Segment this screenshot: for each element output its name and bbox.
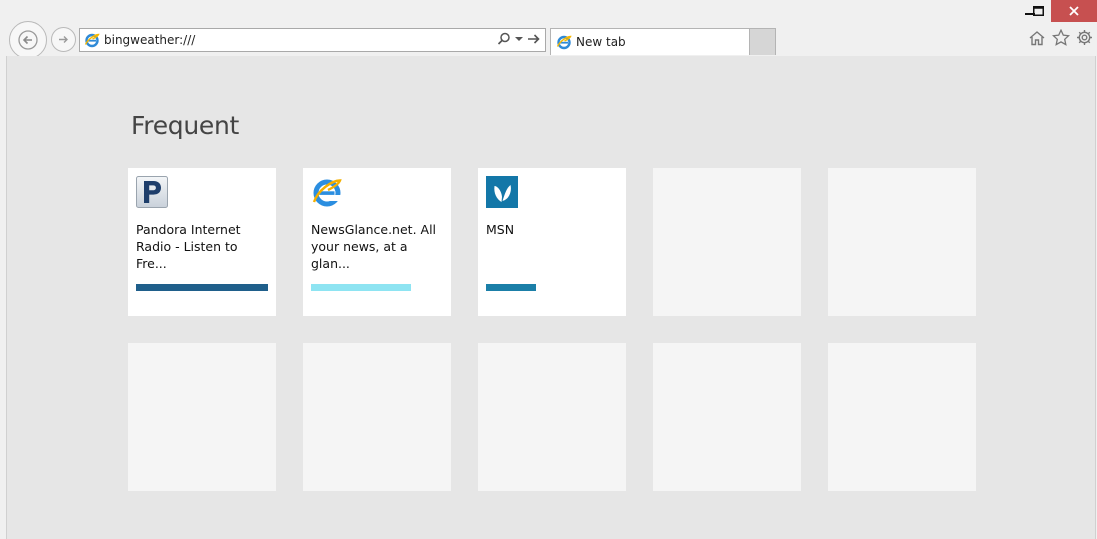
gear-icon[interactable]	[1076, 29, 1093, 46]
tile-title: MSN	[486, 222, 515, 237]
browser-chrome: New tab ×	[0, 0, 1097, 59]
address-bar[interactable]	[79, 28, 546, 52]
go-arrow-icon[interactable]	[527, 33, 541, 45]
search-icon[interactable]	[497, 32, 511, 46]
msn-butterfly-icon	[486, 176, 518, 208]
frequent-tile-msn[interactable]: MSN	[478, 168, 626, 316]
tile-title: NewsGlance.net. All your news, at a glan…	[311, 222, 437, 271]
chevron-down-icon[interactable]	[515, 36, 523, 42]
section-title: Frequent	[131, 111, 240, 140]
empty-tile	[303, 343, 451, 491]
close-icon	[1069, 6, 1079, 16]
ie-icon	[312, 179, 342, 207]
tile-title: Pandora Internet Radio - Listen to Fre..…	[136, 222, 241, 271]
empty-tile	[478, 343, 626, 491]
empty-tile	[128, 343, 276, 491]
new-tab-button[interactable]	[749, 28, 776, 55]
activity-bar	[486, 284, 536, 291]
forward-button[interactable]	[51, 27, 76, 52]
pandora-icon	[136, 176, 168, 208]
command-icons	[1028, 29, 1093, 46]
tab-label: New tab	[576, 35, 626, 49]
tab-new-tab[interactable]: New tab ×	[550, 28, 776, 55]
maximize-button[interactable]	[1024, 0, 1052, 22]
maximize-icon	[1032, 6, 1044, 16]
frequent-tile-pandora[interactable]: Pandora Internet Radio - Listen to Fre..…	[128, 168, 276, 316]
empty-tile	[828, 168, 976, 316]
ie-icon	[84, 33, 100, 48]
new-tab-page: Frequent Pandora Internet Radio - Listen…	[6, 56, 1096, 539]
back-button[interactable]	[9, 21, 47, 59]
close-window-button[interactable]	[1051, 0, 1097, 22]
ie-icon	[556, 35, 572, 50]
frequent-tile-newsglance[interactable]: NewsGlance.net. All your news, at a glan…	[303, 168, 451, 316]
empty-tile	[828, 343, 976, 491]
arrow-left-icon	[18, 30, 38, 50]
activity-bar	[311, 284, 411, 291]
empty-tile	[653, 168, 801, 316]
home-icon[interactable]	[1028, 30, 1046, 46]
activity-bar	[136, 284, 268, 291]
address-input[interactable]	[104, 30, 484, 50]
star-icon[interactable]	[1052, 29, 1070, 46]
arrow-right-icon	[59, 36, 68, 43]
empty-tile	[653, 343, 801, 491]
